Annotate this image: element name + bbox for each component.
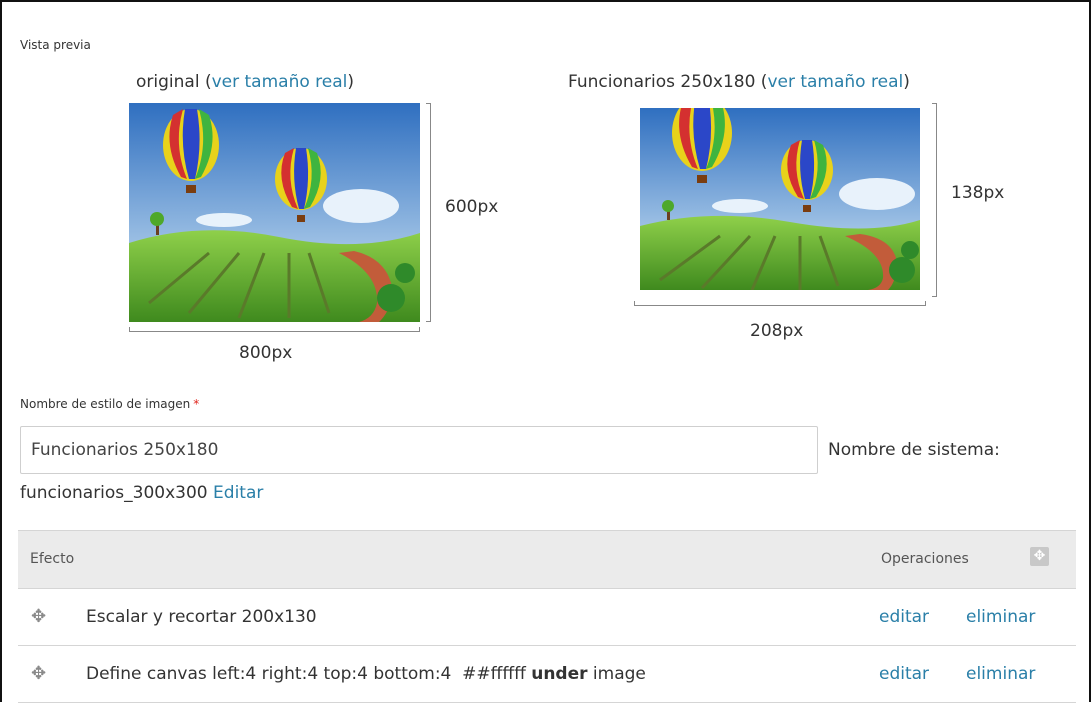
style-name-input[interactable] xyxy=(20,426,818,474)
effect-label: Define canvas left:4 right:4 top:4 botto… xyxy=(86,664,646,684)
delete-effect-link[interactable]: eliminar xyxy=(966,607,1035,627)
original-caption-name: original xyxy=(136,72,200,92)
system-name-value: funcionarios_300x300 xyxy=(20,483,208,503)
drag-handle-icon[interactable]: ✥ xyxy=(31,606,46,627)
effects-table-header: Efecto Operaciones ✥ xyxy=(18,531,1076,589)
original-height-dimension-line xyxy=(426,103,431,322)
original-caption: original (ver tamaño real) xyxy=(136,72,355,92)
effect-label-suffix: image xyxy=(587,664,646,684)
original-view-real-size-link[interactable]: ver tamaño real xyxy=(212,72,348,92)
original-width-dimension-line xyxy=(129,327,420,332)
style-name-label-text: Nombre de estilo de imagen xyxy=(20,397,191,411)
table-row: ✥ Define canvas left:4 right:4 top:4 bot… xyxy=(18,646,1076,703)
edit-system-name-link[interactable]: Editar xyxy=(213,483,263,503)
system-name-label: Nombre de sistema: xyxy=(828,440,1000,460)
effect-label-prefix: Define canvas left:4 right:4 top:4 botto… xyxy=(86,664,532,684)
derived-width-dimension-line xyxy=(634,301,926,306)
derived-image xyxy=(640,108,920,290)
derived-view-real-size-link[interactable]: ver tamaño real xyxy=(767,72,903,92)
required-marker: * xyxy=(193,397,200,411)
preview-section-label: Vista previa xyxy=(20,38,91,52)
effect-label-bold: under xyxy=(531,664,588,684)
show-row-weights-icon[interactable]: ✥ xyxy=(1030,547,1049,566)
column-header-operations: Operaciones xyxy=(881,551,969,567)
derived-caption-name: Funcionarios 250x180 xyxy=(568,72,756,92)
balloon-landscape-thumbnail xyxy=(640,108,920,290)
derived-height-dimension-line xyxy=(932,103,937,297)
derived-height-label: 138px xyxy=(951,183,1005,203)
original-image xyxy=(129,103,420,322)
effect-label: Escalar y recortar 200x130 xyxy=(86,607,317,627)
effects-table: Efecto Operaciones ✥ ✥ Escalar y recorta… xyxy=(18,530,1076,703)
system-name-row: funcionarios_300x300 Editar xyxy=(20,483,263,503)
balloon-landscape-image xyxy=(129,103,420,322)
original-width-label: 800px xyxy=(239,343,293,363)
style-name-label: Nombre de estilo de imagen * xyxy=(20,397,199,411)
derived-width-label: 208px xyxy=(750,321,804,341)
original-height-label: 600px xyxy=(445,197,499,217)
derived-caption: Funcionarios 250x180 (ver tamaño real) xyxy=(568,72,910,92)
edit-effect-link[interactable]: editar xyxy=(879,664,929,684)
column-header-effect: Efecto xyxy=(30,551,75,567)
delete-effect-link[interactable]: eliminar xyxy=(966,664,1035,684)
table-row: ✥ Escalar y recortar 200x130 editar elim… xyxy=(18,589,1076,646)
edit-effect-link[interactable]: editar xyxy=(879,607,929,627)
drag-handle-icon[interactable]: ✥ xyxy=(31,663,46,684)
